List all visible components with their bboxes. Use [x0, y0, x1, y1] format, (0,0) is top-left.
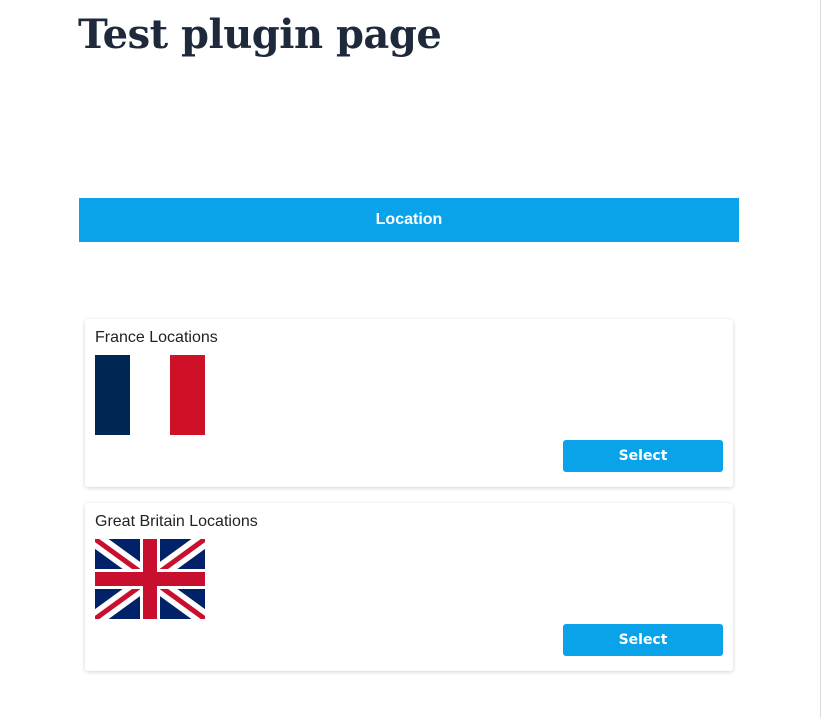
page-right-border	[820, 0, 821, 718]
location-card-france: France Locations Select	[85, 319, 733, 487]
france-flag-icon	[95, 355, 205, 435]
page-title: Test plugin page	[78, 11, 442, 58]
location-card-great-britain: Great Britain Locations Select	[85, 503, 733, 671]
united-kingdom-flag-icon	[95, 539, 205, 619]
location-button[interactable]: Location	[79, 198, 739, 242]
location-card-title: France Locations	[95, 329, 218, 346]
select-button[interactable]: Select	[563, 624, 723, 656]
select-button[interactable]: Select	[563, 440, 723, 472]
location-card-title: Great Britain Locations	[95, 513, 258, 530]
